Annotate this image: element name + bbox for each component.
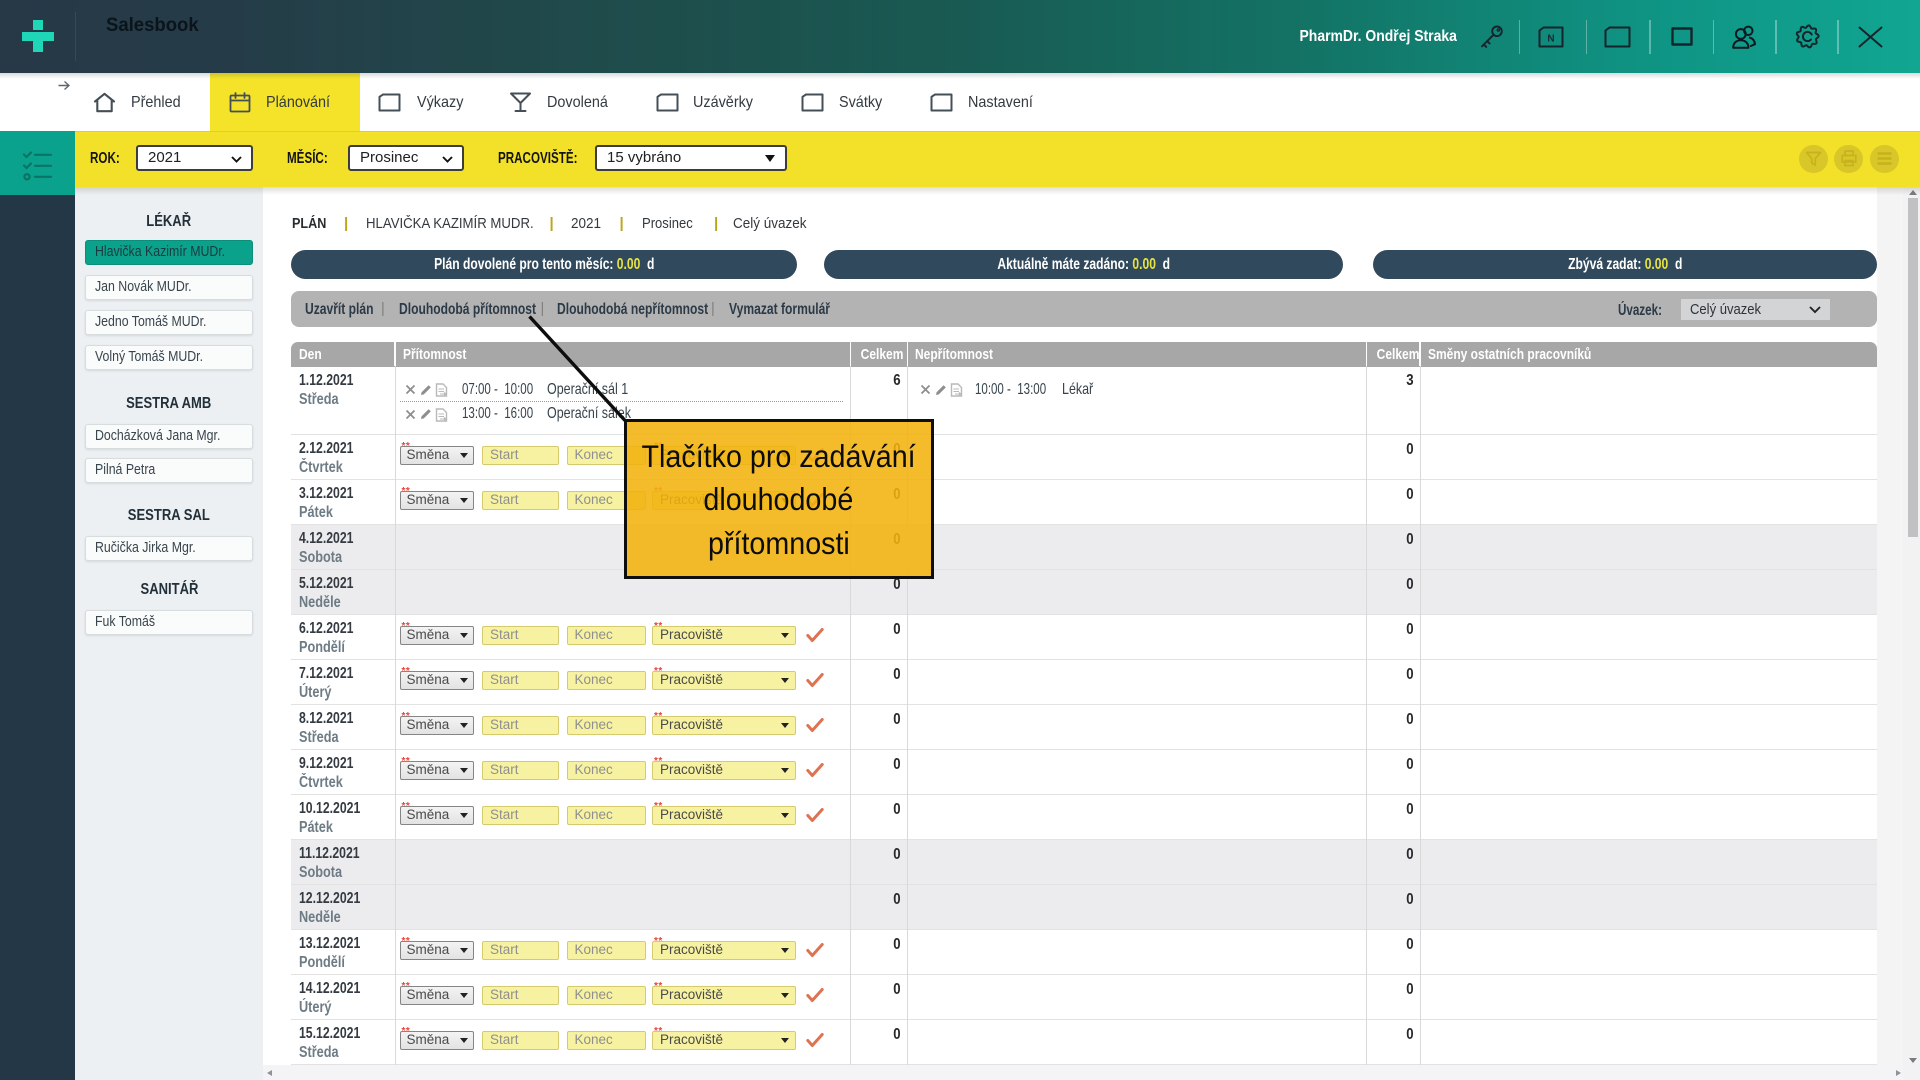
svg-text:N: N: [1547, 34, 1554, 45]
